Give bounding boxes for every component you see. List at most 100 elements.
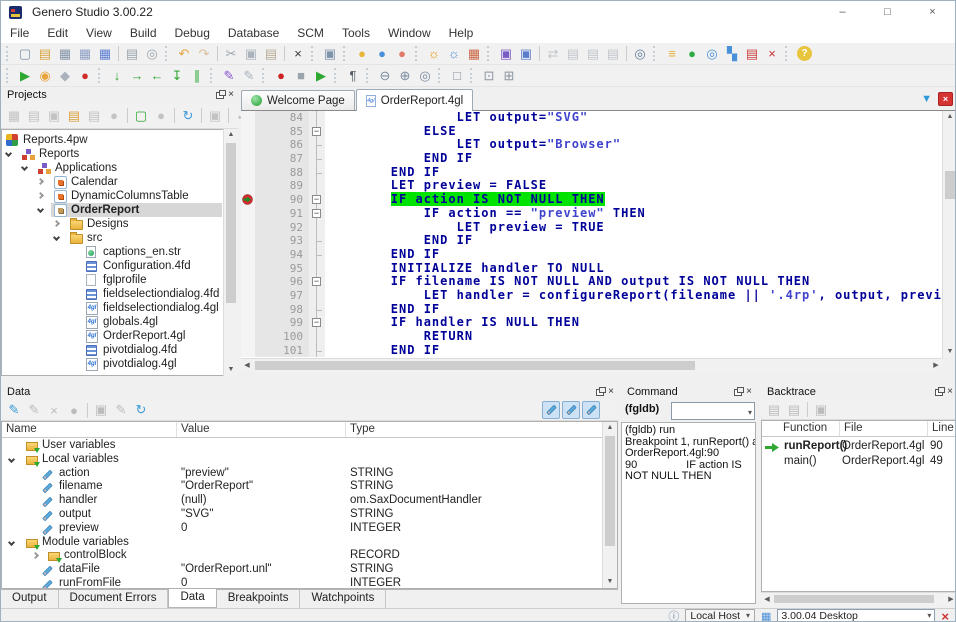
tab-breakpoints[interactable]: Breakpoints bbox=[217, 590, 301, 608]
menu-window[interactable]: Window bbox=[379, 26, 440, 40]
menu-help[interactable]: Help bbox=[440, 26, 483, 40]
chevron-right-icon[interactable] bbox=[32, 552, 39, 559]
open-folder-icon[interactable]: ▤ bbox=[64, 106, 84, 126]
display-icon[interactable]: ▦ bbox=[761, 610, 771, 622]
editor-breakpoint-margin[interactable] bbox=[241, 262, 255, 276]
fold-indicator[interactable]: − bbox=[309, 316, 325, 330]
tree-item-src[interactable]: src bbox=[2, 231, 237, 245]
project-properties-icon[interactable]: ▤ bbox=[563, 44, 583, 64]
editor-breakpoint-margin[interactable] bbox=[241, 125, 255, 139]
scrollbar-thumb[interactable] bbox=[226, 143, 236, 303]
chevron-down-icon[interactable] bbox=[8, 456, 15, 463]
scroll-down-arrow[interactable]: ▼ bbox=[224, 364, 238, 376]
info-icon[interactable]: ⓘ bbox=[668, 608, 679, 622]
compile-form-icon[interactable]: ▤ bbox=[603, 44, 623, 64]
data-scrollbar[interactable]: ▲ ▼ bbox=[602, 422, 617, 588]
editor-breakpoint-margin[interactable] bbox=[241, 207, 255, 221]
delete-icon[interactable]: × bbox=[288, 44, 308, 64]
editor-breakpoint-margin[interactable] bbox=[241, 248, 255, 262]
menu-scm[interactable]: SCM bbox=[288, 26, 333, 40]
backtrace-row-runreport[interactable]: runReport()OrderReport.4gl90 bbox=[762, 439, 955, 454]
zoom-reset-icon[interactable]: ◎ bbox=[415, 66, 435, 86]
save-icon[interactable]: ▦ bbox=[55, 44, 75, 64]
projects-scrollbar[interactable]: ▲ ▼ bbox=[223, 129, 238, 376]
build-all-icon[interactable]: ● bbox=[372, 44, 392, 64]
profiler-icon[interactable]: ◉ bbox=[35, 66, 55, 86]
tree-item-reports[interactable]: Reports bbox=[2, 147, 237, 161]
cut-icon[interactable]: ✂ bbox=[221, 44, 241, 64]
disable-breakpoints-icon[interactable]: ✎ bbox=[239, 66, 259, 86]
tree-item-calendar[interactable]: Calendar bbox=[2, 175, 237, 189]
data-row-preview[interactable]: preview0INTEGER bbox=[2, 522, 617, 536]
fold-collapse-icon[interactable]: − bbox=[312, 127, 321, 136]
fold-collapse-icon[interactable]: − bbox=[312, 318, 321, 327]
frame-down-icon[interactable]: ▤ bbox=[784, 400, 804, 420]
data-row-output[interactable]: output"SVG"STRING bbox=[2, 508, 617, 522]
code-editor[interactable]: 84 LET output="SVG"85− ELSE86 LET output… bbox=[241, 111, 942, 358]
editor-breakpoint-margin[interactable] bbox=[241, 138, 255, 152]
fold-indicator[interactable]: − bbox=[309, 275, 325, 289]
column-header-name[interactable]: Name bbox=[2, 422, 177, 437]
print-preview-icon[interactable]: ◎ bbox=[142, 44, 162, 64]
close-document-button[interactable]: × bbox=[938, 92, 953, 106]
tab-document-errors[interactable]: Document Errors bbox=[59, 590, 169, 608]
fold-indicator[interactable] bbox=[309, 289, 325, 303]
data-row-user-variables[interactable]: User variables bbox=[2, 439, 617, 453]
record-icon[interactable]: ● bbox=[271, 66, 291, 86]
scroll-down-arrow[interactable]: ▼ bbox=[943, 346, 956, 358]
fold-indicator[interactable] bbox=[309, 262, 325, 276]
editor-breakpoint-margin[interactable] bbox=[241, 289, 255, 303]
menu-database[interactable]: Database bbox=[219, 26, 288, 40]
previous-document-icon[interactable]: ⊡ bbox=[479, 66, 499, 86]
fold-indicator[interactable] bbox=[309, 166, 325, 180]
fold-indicator[interactable] bbox=[309, 221, 325, 235]
fold-indicator[interactable] bbox=[309, 344, 325, 358]
backtrace-row-main[interactable]: main()OrderReport.4gl49 bbox=[762, 454, 955, 469]
screenshot-icon[interactable]: ▣ bbox=[320, 44, 340, 64]
command-float-button[interactable] bbox=[734, 389, 742, 396]
print-icon[interactable]: ▤ bbox=[122, 44, 142, 64]
fold-indicator[interactable] bbox=[309, 138, 325, 152]
scroll-up-arrow[interactable]: ▲ bbox=[943, 111, 956, 123]
stop-icon[interactable]: ● bbox=[75, 66, 95, 86]
command-close-button[interactable]: × bbox=[746, 387, 752, 397]
format-default-icon[interactable] bbox=[542, 401, 560, 419]
fold-indicator[interactable] bbox=[309, 234, 325, 248]
refresh-icon[interactable]: ↻ bbox=[178, 106, 198, 126]
debug-icon[interactable]: ◆ bbox=[55, 66, 75, 86]
fold-collapse-icon[interactable]: − bbox=[312, 209, 321, 218]
redo-icon[interactable]: ↷ bbox=[194, 44, 214, 64]
delete-watch-icon[interactable]: × bbox=[44, 400, 64, 420]
open-project-icon[interactable]: ▣ bbox=[516, 44, 536, 64]
editor-breakpoint-margin[interactable] bbox=[241, 344, 255, 358]
scroll-right-arrow[interactable]: ▶ bbox=[930, 359, 942, 372]
tab-output[interactable]: Output bbox=[1, 590, 59, 608]
paste-icon[interactable]: ▤ bbox=[261, 44, 281, 64]
backtrace-close-button[interactable]: × bbox=[947, 387, 953, 397]
scroll-left-arrow[interactable]: ◀ bbox=[241, 359, 253, 372]
menu-view[interactable]: View bbox=[77, 26, 121, 40]
backtrace-horizontal-scrollbar[interactable]: ◀ ▶ bbox=[761, 592, 956, 605]
data-close-button[interactable]: × bbox=[608, 387, 614, 397]
show-frame-icon[interactable]: □ bbox=[447, 66, 467, 86]
edit-value-icon[interactable]: ✎ bbox=[111, 400, 131, 420]
chevron-down-icon[interactable] bbox=[21, 164, 28, 171]
build-application-icon[interactable]: ▦ bbox=[4, 106, 24, 126]
undo-icon[interactable]: ↶ bbox=[174, 44, 194, 64]
chevron-down-icon[interactable] bbox=[5, 150, 12, 157]
column-header-type[interactable]: Type bbox=[346, 422, 602, 437]
task-list-icon[interactable]: ▤ bbox=[742, 44, 762, 64]
scroll-up-arrow[interactable]: ▲ bbox=[603, 422, 617, 434]
fold-collapse-icon[interactable]: − bbox=[312, 195, 321, 204]
frame-up-icon[interactable]: ▤ bbox=[764, 400, 784, 420]
column-header-line[interactable]: Line bbox=[928, 421, 955, 436]
editor-vertical-scrollbar[interactable]: ▲ ▼ bbox=[942, 111, 956, 358]
menu-debug[interactable]: Debug bbox=[166, 26, 219, 40]
fold-indicator[interactable] bbox=[309, 111, 325, 125]
execute-icon[interactable]: ☼ bbox=[424, 44, 444, 64]
data-float-button[interactable] bbox=[596, 389, 604, 396]
db-schema-icon[interactable]: ≡ bbox=[662, 44, 682, 64]
stop-playback-icon[interactable]: ■ bbox=[291, 66, 311, 86]
scroll-right-arrow[interactable]: ▶ bbox=[945, 593, 956, 605]
column-header-function[interactable]: Function bbox=[762, 421, 840, 436]
